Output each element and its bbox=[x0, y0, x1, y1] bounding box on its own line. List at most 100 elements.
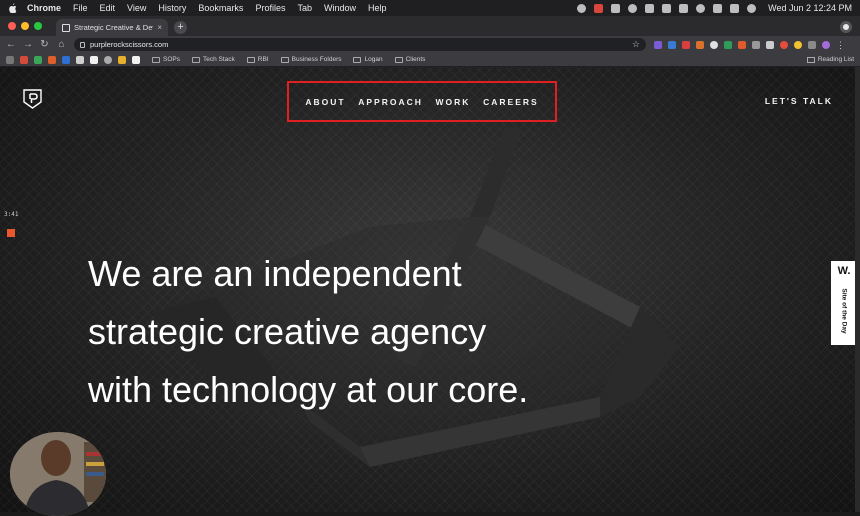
menu-help[interactable]: Help bbox=[368, 3, 387, 13]
menu-window[interactable]: Window bbox=[324, 3, 356, 13]
page-scrollbar[interactable] bbox=[855, 67, 860, 512]
nav-work[interactable]: WORK bbox=[436, 97, 471, 107]
bookmark-folder-label: SOPs bbox=[163, 56, 180, 63]
extension-icon-9[interactable] bbox=[766, 40, 774, 49]
bookmark-icon-1[interactable] bbox=[20, 55, 28, 64]
bookmark-icon-2[interactable] bbox=[34, 55, 42, 64]
record-stop-button[interactable] bbox=[7, 229, 15, 237]
folder-icon bbox=[394, 56, 403, 63]
extensions-puzzle-icon[interactable] bbox=[808, 40, 816, 49]
back-arrow-icon[interactable]: ← bbox=[6, 39, 16, 50]
nav-about[interactable]: ABOUT bbox=[305, 97, 345, 107]
status-dropbox-icon[interactable] bbox=[645, 3, 655, 13]
more-menu-icon[interactable]: ⋮ bbox=[836, 40, 845, 49]
extension-icon-11[interactable] bbox=[794, 40, 802, 49]
extension-icon-1[interactable] bbox=[654, 40, 662, 49]
forward-arrow-icon[interactable]: → bbox=[23, 39, 33, 50]
home-icon[interactable]: ⌂ bbox=[57, 39, 66, 50]
status-record-icon[interactable] bbox=[594, 3, 604, 13]
zoom-window-button[interactable] bbox=[34, 22, 42, 30]
extension-icon-3[interactable] bbox=[682, 40, 690, 49]
bookmark-folder-clients[interactable]: Clients bbox=[394, 56, 425, 63]
webcam-overlay bbox=[10, 432, 106, 516]
mac-menu-bar: Chrome File Edit View History Bookmarks … bbox=[0, 0, 860, 16]
minimize-window-button[interactable] bbox=[21, 22, 29, 30]
menu-edit[interactable]: Edit bbox=[100, 3, 116, 13]
status-sync-icon[interactable] bbox=[611, 3, 621, 13]
menu-tab[interactable]: Tab bbox=[297, 3, 312, 13]
extension-icon-10[interactable] bbox=[780, 40, 788, 49]
folder-icon bbox=[191, 56, 200, 63]
browser-toolbar: ← → ↻ ⌂ purplerockscissors.com ☆ ⋮ bbox=[0, 36, 860, 53]
address-bar-url[interactable]: purplerockscissors.com bbox=[90, 40, 168, 49]
menu-profiles[interactable]: Profiles bbox=[255, 3, 285, 13]
prs-logo-icon[interactable] bbox=[23, 89, 42, 109]
tab-favicon-icon bbox=[62, 23, 70, 32]
extension-icon-8[interactable] bbox=[752, 40, 760, 49]
bookmark-icon-6[interactable] bbox=[90, 55, 98, 64]
menu-history[interactable]: History bbox=[158, 3, 186, 13]
menu-app-name[interactable]: Chrome bbox=[27, 3, 61, 13]
new-tab-button[interactable]: + bbox=[174, 21, 187, 34]
bookmark-folder-label: Business Folders bbox=[291, 56, 342, 63]
bookmark-icon-8[interactable] bbox=[118, 55, 126, 64]
bookmark-icon-3[interactable] bbox=[48, 55, 56, 64]
bookmark-icon-9[interactable] bbox=[132, 55, 140, 64]
bookmark-icon-5[interactable] bbox=[76, 55, 84, 64]
bookmark-folder-business[interactable]: Business Folders bbox=[280, 56, 342, 63]
status-app-icon[interactable] bbox=[577, 3, 587, 13]
lock-icon[interactable] bbox=[80, 41, 85, 48]
hero-line-2: strategic creative agency bbox=[88, 311, 487, 352]
extensions-row: ⋮ bbox=[654, 40, 845, 49]
wifi-icon[interactable] bbox=[696, 3, 706, 13]
control-center-icon[interactable] bbox=[730, 3, 740, 13]
browser-tab-active[interactable]: Strategic Creative & Developm × bbox=[56, 19, 168, 36]
nav-careers[interactable]: CAREERS bbox=[483, 97, 539, 107]
menu-clock[interactable]: Wed Jun 2 12:24 PM bbox=[768, 3, 852, 13]
bookmarks-bar: SOPs Tech Stack RBI Business Folders Log… bbox=[0, 53, 860, 67]
reading-list-button[interactable]: Reading List bbox=[806, 56, 854, 63]
apps-grid-icon[interactable] bbox=[6, 55, 14, 64]
menu-status-area: Wed Jun 2 12:24 PM bbox=[577, 3, 852, 13]
menu-view[interactable]: View bbox=[127, 3, 146, 13]
extension-icon-4[interactable] bbox=[696, 40, 704, 49]
bookmark-icon-7[interactable] bbox=[104, 55, 112, 64]
siri-icon[interactable] bbox=[747, 3, 757, 13]
search-icon[interactable] bbox=[713, 3, 723, 13]
bookmark-folder-label: Tech Stack bbox=[202, 56, 235, 63]
nav-approach[interactable]: APPROACH bbox=[358, 97, 423, 107]
site-of-the-day-badge[interactable]: W. Site of the Day bbox=[831, 261, 857, 345]
address-bar[interactable]: purplerockscissors.com ☆ bbox=[74, 38, 646, 51]
extension-icon-2[interactable] bbox=[668, 40, 676, 49]
extension-icon-5[interactable] bbox=[710, 40, 718, 49]
bookmark-folder-label: RBI bbox=[257, 56, 269, 63]
window-controls bbox=[8, 16, 42, 36]
status-battery-icon[interactable] bbox=[679, 3, 689, 13]
reading-list-label: Reading List bbox=[817, 56, 854, 63]
bookmark-icon-4[interactable] bbox=[62, 55, 70, 64]
status-display-icon[interactable] bbox=[662, 3, 672, 13]
tab-close-icon[interactable]: × bbox=[157, 23, 162, 32]
profile-icon[interactable] bbox=[822, 40, 830, 49]
profile-avatar-icon[interactable] bbox=[840, 21, 852, 33]
bookmark-folder-sops[interactable]: SOPs bbox=[152, 56, 180, 63]
extension-icon-6[interactable] bbox=[724, 40, 732, 49]
bookmark-folder-tech-stack[interactable]: Tech Stack bbox=[191, 56, 235, 63]
close-window-button[interactable] bbox=[8, 22, 16, 30]
main-navigation: ABOUT APPROACH WORK CAREERS bbox=[287, 81, 557, 122]
lets-talk-link[interactable]: LET'S TALK bbox=[765, 96, 833, 106]
bookmark-folder-logan[interactable]: Logan bbox=[353, 56, 383, 63]
bookmark-star-icon[interactable]: ☆ bbox=[632, 39, 640, 50]
status-cloud-icon[interactable] bbox=[628, 3, 638, 13]
browser-tab-strip: Strategic Creative & Developm × + bbox=[0, 16, 860, 36]
menu-file[interactable]: File bbox=[73, 3, 88, 13]
hero-headline: We are an independent strategic creative… bbox=[88, 245, 648, 419]
folder-icon bbox=[246, 56, 255, 63]
extension-icon-7[interactable] bbox=[738, 40, 746, 49]
reload-icon[interactable]: ↻ bbox=[40, 39, 49, 50]
bookmark-folder-label: Logan bbox=[364, 56, 383, 63]
menu-bookmarks[interactable]: Bookmarks bbox=[198, 3, 243, 13]
apple-icon[interactable] bbox=[8, 3, 17, 13]
bookmark-folder-rbi[interactable]: RBI bbox=[246, 56, 269, 63]
award-label: Site of the Day bbox=[840, 288, 848, 334]
